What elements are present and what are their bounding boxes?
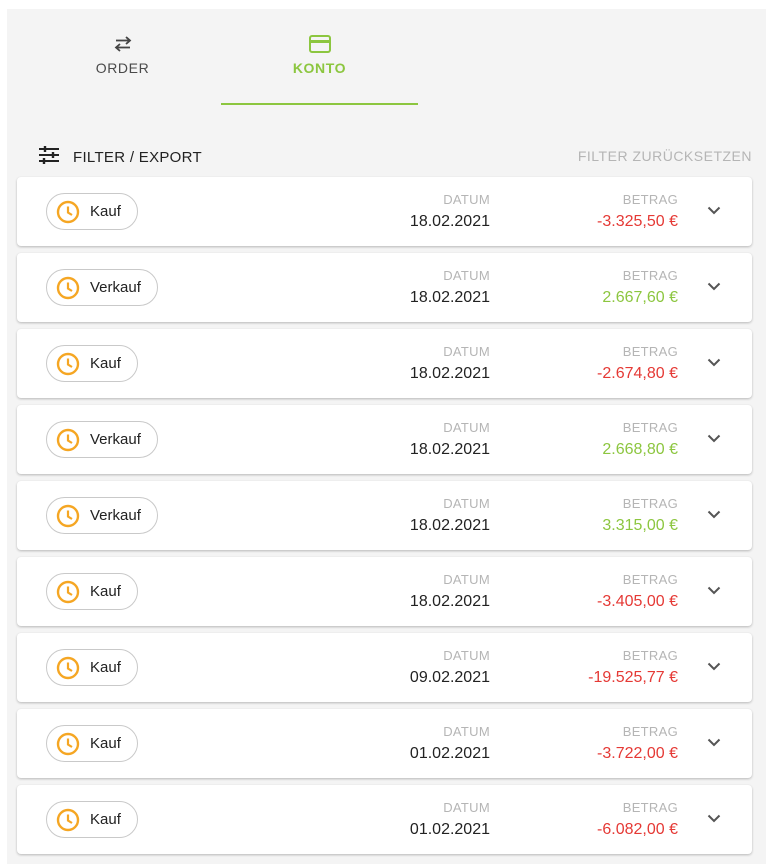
- filter-export-button[interactable]: FILTER / EXPORT: [38, 145, 202, 170]
- transaction-card[interactable]: Verkauf DATUM 18.02.2021 BETRAG 2.667,60…: [17, 253, 752, 322]
- toolbar: FILTER / EXPORT FILTER ZURÜCKSETZEN: [7, 105, 766, 187]
- transaction-amount: -3.405,00 €: [597, 593, 678, 610]
- chevron-down-icon[interactable]: [706, 810, 722, 826]
- chevron-down-icon[interactable]: [706, 734, 722, 750]
- betrag-label: BETRAG: [622, 420, 678, 435]
- filter-export-label: FILTER / EXPORT: [73, 149, 202, 166]
- credit-card-icon: [308, 33, 332, 55]
- tab-order-label: ORDER: [95, 60, 150, 76]
- clock-icon: [56, 428, 80, 452]
- transaction-amount: -3.722,00 €: [597, 745, 678, 762]
- chevron-down-icon[interactable]: [706, 658, 722, 674]
- transaction-card[interactable]: Verkauf DATUM 18.02.2021 BETRAG 3.315,00…: [17, 481, 752, 550]
- betrag-label: BETRAG: [622, 800, 678, 815]
- transaction-card[interactable]: Verkauf DATUM 18.02.2021 BETRAG 2.668,80…: [17, 405, 752, 474]
- transaction-type-label: Kauf: [90, 355, 121, 372]
- clock-icon: [56, 352, 80, 376]
- transaction-type-label: Verkauf: [90, 279, 141, 296]
- datum-label: DATUM: [443, 344, 490, 359]
- transaction-date: 18.02.2021: [409, 441, 490, 458]
- transaction-date: 18.02.2021: [409, 517, 490, 534]
- transaction-type-label: Kauf: [90, 203, 121, 220]
- betrag-label: BETRAG: [622, 572, 678, 587]
- transaction-type-label: Kauf: [90, 735, 121, 752]
- transaction-type-label: Kauf: [90, 659, 121, 676]
- transaction-card[interactable]: Kauf DATUM 18.02.2021 BETRAG -3.325,50 €: [17, 177, 752, 246]
- chevron-down-icon[interactable]: [706, 582, 722, 598]
- tune-sliders-icon: [38, 145, 60, 170]
- transaction-list: Kauf DATUM 18.02.2021 BETRAG -3.325,50 €…: [17, 177, 752, 861]
- betrag-label: BETRAG: [622, 648, 678, 663]
- clock-icon: [56, 276, 80, 300]
- reset-filter-link[interactable]: FILTER ZURÜCKSETZEN: [578, 148, 752, 164]
- transaction-card[interactable]: Kauf DATUM 01.02.2021 BETRAG -3.722,00 €: [17, 709, 752, 778]
- clock-icon: [56, 200, 80, 224]
- datum-label: DATUM: [443, 496, 490, 511]
- clock-icon: [56, 732, 80, 756]
- transaction-type-chip[interactable]: Kauf: [46, 345, 138, 382]
- datum-label: DATUM: [443, 420, 490, 435]
- transaction-type-label: Kauf: [90, 583, 121, 600]
- clock-icon: [56, 808, 80, 832]
- transaction-type-chip[interactable]: Verkauf: [46, 497, 158, 534]
- transaction-date: 18.02.2021: [409, 593, 490, 610]
- transaction-type-chip[interactable]: Verkauf: [46, 421, 158, 458]
- chevron-down-icon[interactable]: [706, 278, 722, 294]
- tab-order[interactable]: ORDER: [24, 9, 221, 105]
- transaction-date: 18.02.2021: [409, 213, 490, 230]
- datum-label: DATUM: [443, 648, 490, 663]
- transaction-amount: 2.668,80 €: [602, 441, 678, 458]
- transaction-card[interactable]: Kauf DATUM 01.02.2021 BETRAG -6.082,00 €: [17, 785, 752, 854]
- transaction-type-label: Verkauf: [90, 507, 141, 524]
- datum-label: DATUM: [443, 572, 490, 587]
- transaction-card[interactable]: Kauf DATUM 18.02.2021 BETRAG -3.405,00 €: [17, 557, 752, 626]
- transaction-date: 01.02.2021: [409, 745, 490, 762]
- transaction-type-label: Verkauf: [90, 431, 141, 448]
- betrag-label: BETRAG: [622, 496, 678, 511]
- transaction-date: 18.02.2021: [409, 289, 490, 306]
- transaction-date: 18.02.2021: [409, 365, 490, 382]
- clock-icon: [56, 504, 80, 528]
- transaction-amount: -19.525,77 €: [588, 669, 678, 686]
- tab-konto[interactable]: KONTO: [221, 9, 418, 105]
- chevron-down-icon[interactable]: [706, 202, 722, 218]
- chevron-down-icon[interactable]: [706, 430, 722, 446]
- transaction-type-chip[interactable]: Kauf: [46, 649, 138, 686]
- transaction-card[interactable]: Kauf DATUM 18.02.2021 BETRAG -2.674,80 €: [17, 329, 752, 398]
- transaction-card[interactable]: Kauf DATUM 09.02.2021 BETRAG -19.525,77 …: [17, 633, 752, 702]
- transaction-amount: -3.325,50 €: [597, 213, 678, 230]
- transaction-date: 09.02.2021: [409, 669, 490, 686]
- transaction-type-chip[interactable]: Kauf: [46, 725, 138, 762]
- transaction-type-chip[interactable]: Kauf: [46, 801, 138, 838]
- chevron-down-icon[interactable]: [706, 506, 722, 522]
- transaction-amount: 2.667,60 €: [602, 289, 678, 306]
- clock-icon: [56, 580, 80, 604]
- transaction-type-chip[interactable]: Verkauf: [46, 269, 158, 306]
- transaction-amount: -2.674,80 €: [597, 365, 678, 382]
- datum-label: DATUM: [443, 268, 490, 283]
- datum-label: DATUM: [443, 800, 490, 815]
- transaction-type-chip[interactable]: Kauf: [46, 193, 138, 230]
- betrag-label: BETRAG: [622, 192, 678, 207]
- transaction-type-label: Kauf: [90, 811, 121, 828]
- transaction-date: 01.02.2021: [409, 821, 490, 838]
- betrag-label: BETRAG: [622, 724, 678, 739]
- betrag-label: BETRAG: [622, 344, 678, 359]
- tab-konto-label: KONTO: [292, 60, 347, 76]
- clock-icon: [56, 656, 80, 680]
- swap-arrows-icon: [112, 33, 134, 55]
- transaction-amount: 3.315,00 €: [602, 517, 678, 534]
- datum-label: DATUM: [443, 192, 490, 207]
- transaction-type-chip[interactable]: Kauf: [46, 573, 138, 610]
- chevron-down-icon[interactable]: [706, 354, 722, 370]
- datum-label: DATUM: [443, 724, 490, 739]
- transaction-amount: -6.082,00 €: [597, 821, 678, 838]
- betrag-label: BETRAG: [622, 268, 678, 283]
- tab-bar: ORDER KONTO: [7, 9, 766, 105]
